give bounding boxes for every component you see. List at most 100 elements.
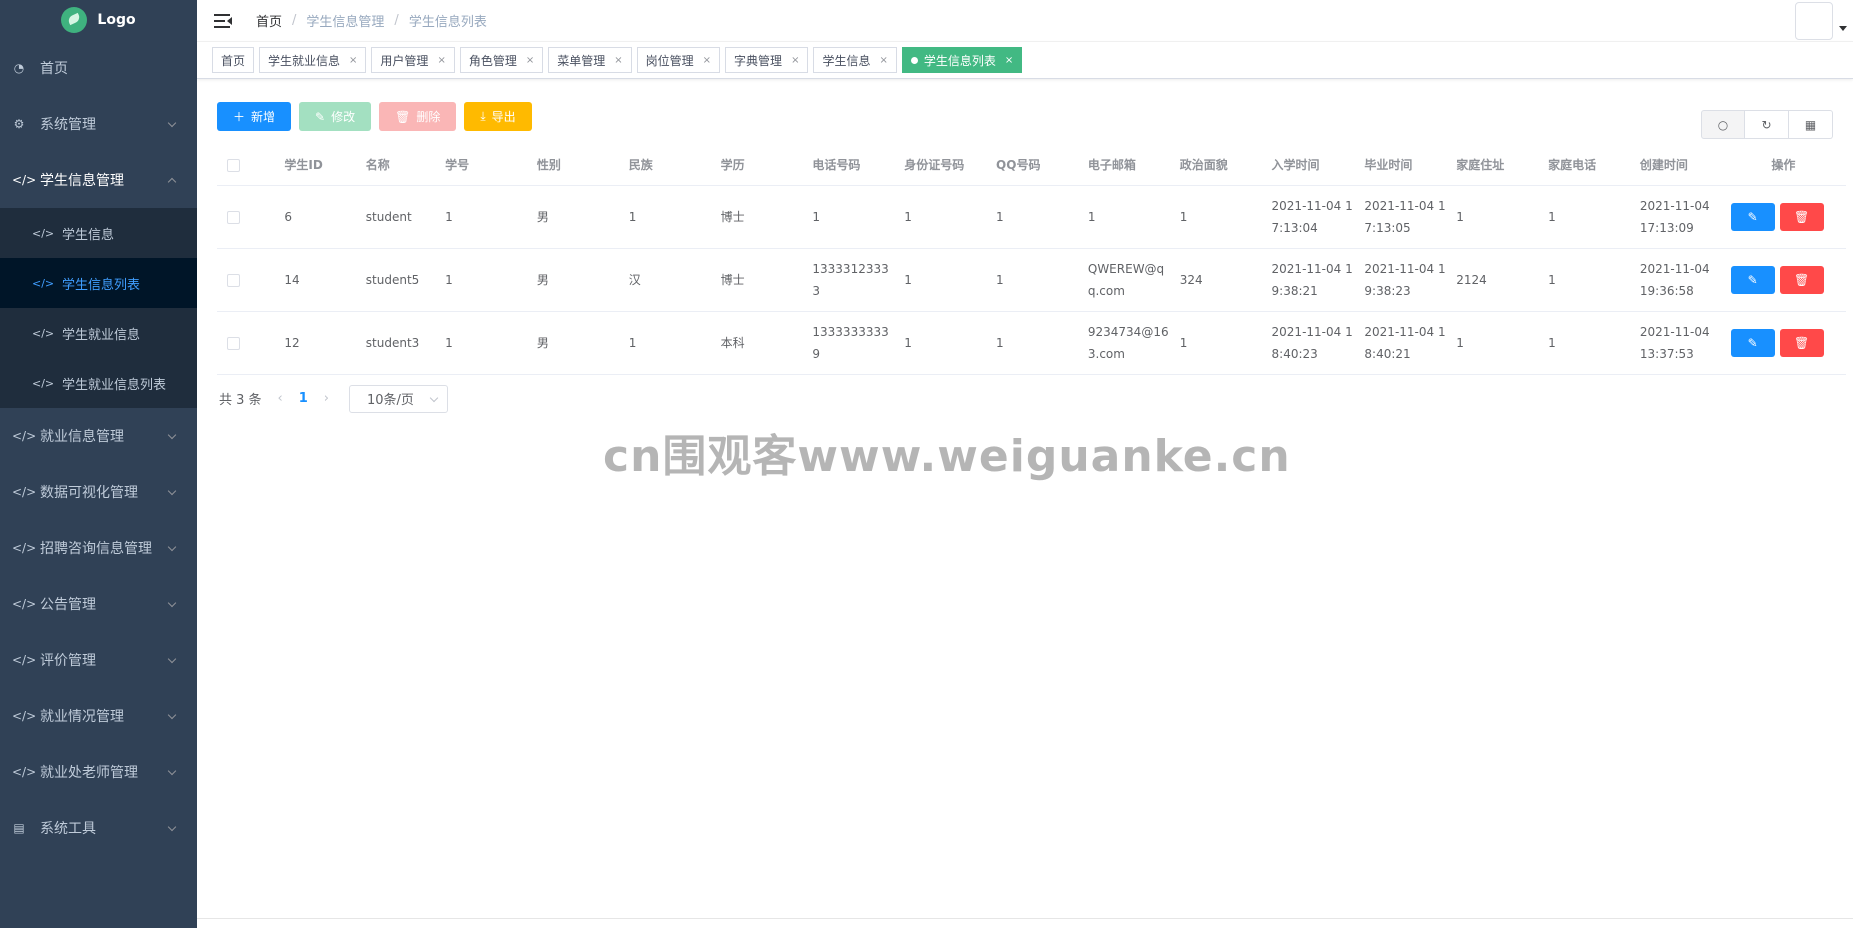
chevron-down-icon — [167, 710, 177, 720]
code-icon: </> — [12, 765, 37, 779]
row-select-cell[interactable] — [217, 311, 275, 375]
close-icon[interactable]: × — [526, 55, 534, 66]
row-edit-button[interactable]: ✎ — [1730, 328, 1775, 357]
table-cell: 1 — [435, 185, 527, 249]
sidebar-item-home[interactable]: ◔ 首页 — [0, 40, 197, 96]
header-cell: 民族 — [618, 145, 711, 186]
header-cell: 家庭电话 — [1538, 145, 1630, 186]
pencil-icon: ✎ — [1747, 335, 1758, 350]
tag-role-manage[interactable]: 角色管理 × — [459, 47, 544, 73]
table-cell: 1 — [435, 248, 527, 312]
sidebar-item-employment-info[interactable]: </> 就业信息管理 — [0, 408, 197, 464]
row-delete-button[interactable]: 🗑 — [1779, 328, 1824, 357]
sidebar-item-evaluation[interactable]: </> 评价管理 — [0, 632, 197, 688]
toolbox-icon: ▤ — [13, 821, 25, 835]
export-button[interactable]: ⤓ 导出 — [464, 102, 532, 131]
row-select-cell[interactable] — [217, 248, 275, 312]
columns-button[interactable]: ▦ — [1789, 110, 1833, 139]
trash-icon: 🗑 — [1794, 272, 1810, 287]
sidebar-item-employment-status[interactable]: </> 就业情况管理 — [0, 688, 197, 744]
breadcrumb-level1: 学生信息管理 — [306, 15, 385, 30]
table-cell: student5 — [355, 248, 436, 312]
table-cell: 1 — [1169, 185, 1262, 249]
caret-down-icon[interactable] — [1839, 26, 1847, 31]
sidebar: Logo ◔ 首页 ⚙ 系统管理 </> 学生信息管理 </> 学生信息 </>… — [0, 0, 197, 928]
sidebar-item-notice[interactable]: </> 公告管理 — [0, 576, 197, 632]
close-icon[interactable]: × — [349, 55, 357, 66]
sidebar-subitem-student-employment[interactable]: </> 学生就业信息 — [0, 308, 197, 358]
add-button[interactable]: ＋新增 — [217, 102, 292, 131]
tag-student-info-list[interactable]: 学生信息列表 × — [901, 47, 1023, 73]
close-icon[interactable]: × — [614, 55, 622, 66]
plus-icon: ＋ — [233, 110, 246, 124]
delete-button[interactable]: 🗑 删除 — [379, 102, 457, 131]
student-table: 学生ID 名称 学号 性别 民族 学历 电话号码 身份证号码 QQ号码 电子邮箱… — [217, 145, 1846, 375]
table-cell: 1 — [986, 185, 1078, 249]
checkbox[interactable] — [227, 273, 240, 287]
sidebar-item-system-manage[interactable]: ⚙ 系统管理 — [0, 96, 197, 152]
header-select-all[interactable] — [217, 145, 275, 186]
table-cell: 1 — [1446, 311, 1539, 375]
close-icon[interactable]: × — [703, 55, 711, 66]
checkbox[interactable] — [227, 210, 240, 224]
tag-user-manage[interactable]: 用户管理 × — [371, 47, 455, 73]
tag-student-employment[interactable]: 学生就业信息 × — [259, 47, 367, 73]
table-cell: 本科 — [710, 311, 803, 375]
sidebar-item-teacher-manage[interactable]: </> 就业处老师管理 — [0, 744, 197, 800]
tag-student-info[interactable]: 学生信息 × — [813, 47, 897, 73]
tag-post-manage[interactable]: 岗位管理 × — [636, 47, 721, 73]
avatar[interactable] — [1795, 2, 1833, 40]
download-icon: ⤓ — [480, 109, 486, 123]
checkbox[interactable] — [227, 158, 240, 172]
sidebar-item-data-visualization[interactable]: </> 数据可视化管理 — [0, 464, 197, 520]
table-cell: 1 — [894, 248, 987, 312]
row-select-cell[interactable] — [217, 185, 275, 249]
table-cell: student — [355, 185, 436, 249]
pencil-icon: ✎ — [315, 109, 326, 124]
row-edit-button[interactable]: ✎ — [1730, 202, 1775, 231]
table-cell: 2021-11-04 19:38:21 — [1261, 248, 1355, 312]
row-delete-button[interactable]: 🗑 — [1779, 265, 1824, 294]
divider — [197, 918, 1853, 919]
refresh-button[interactable]: ↻ — [1745, 110, 1789, 139]
table-row[interactable]: 14 student5 1 男汉博士 13333123333 1 1 QWEREW@qq.co… — [217, 248, 1846, 312]
close-icon[interactable]: × — [791, 55, 799, 66]
row-actions: ✎ 🗑 — [1720, 311, 1846, 375]
sidebar-subitem-student-info-list[interactable]: </> 学生信息列表 — [0, 258, 197, 308]
row-edit-button[interactable]: ✎ — [1730, 265, 1775, 294]
chevron-down-icon — [167, 542, 177, 552]
hamburger-icon[interactable] — [214, 13, 232, 28]
close-icon[interactable]: × — [1005, 55, 1013, 66]
chevron-left-icon[interactable]: ‹ — [278, 391, 283, 406]
page-size-select[interactable]: 10条/页 — [349, 384, 448, 413]
navbar: 首页 / 学生信息管理 / 学生信息列表 — [197, 0, 1853, 42]
table-cell: 12 — [274, 311, 356, 375]
sidebar-subitem-student-employment-list[interactable]: </> 学生就业信息列表 — [0, 358, 197, 408]
close-icon[interactable]: × — [437, 55, 445, 66]
table-cell: 1 — [1538, 311, 1630, 375]
header-cell: 性别 — [526, 145, 619, 186]
edit-button[interactable]: ✎ 修改 — [299, 102, 372, 131]
tag-menu-manage[interactable]: 菜单管理 × — [548, 47, 632, 73]
sidebar-item-system-tools[interactable]: ▤ 系统工具 — [0, 800, 197, 856]
table-row[interactable]: 12 student3 1 男 1 本科 13333333339 1 1 9234734@163.… — [217, 311, 1846, 375]
table-cell: 6 — [274, 185, 356, 249]
close-icon[interactable]: × — [879, 55, 887, 66]
table-row[interactable]: 6 student 1 男 1 博士 1 1 1 1 1 2021-11-04 17:13:04 202… — [217, 185, 1846, 249]
sidebar-subitem-student-info[interactable]: </> 学生信息 — [0, 208, 197, 258]
search-toggle-button[interactable]: ○ — [1701, 110, 1745, 139]
active-dot-icon — [910, 56, 918, 64]
checkbox[interactable] — [227, 336, 240, 350]
page-number[interactable]: 1 — [299, 391, 308, 406]
sidebar-item-recruitment[interactable]: </> 招聘咨询信息管理 — [0, 520, 197, 576]
chevron-right-icon[interactable]: › — [324, 391, 329, 406]
logo[interactable]: Logo — [0, 0, 197, 40]
tag-home[interactable]: 首页 — [212, 47, 255, 73]
refresh-icon: ↻ — [1761, 117, 1772, 132]
row-delete-button[interactable]: 🗑 — [1779, 202, 1824, 231]
row-actions: ✎ 🗑 — [1720, 185, 1846, 249]
header-cell: 操作 — [1720, 145, 1846, 186]
breadcrumb-home[interactable]: 首页 — [256, 11, 282, 30]
sidebar-item-student-info-manage[interactable]: </> 学生信息管理 — [0, 152, 197, 208]
tag-dict-manage[interactable]: 字典管理 × — [725, 47, 809, 73]
